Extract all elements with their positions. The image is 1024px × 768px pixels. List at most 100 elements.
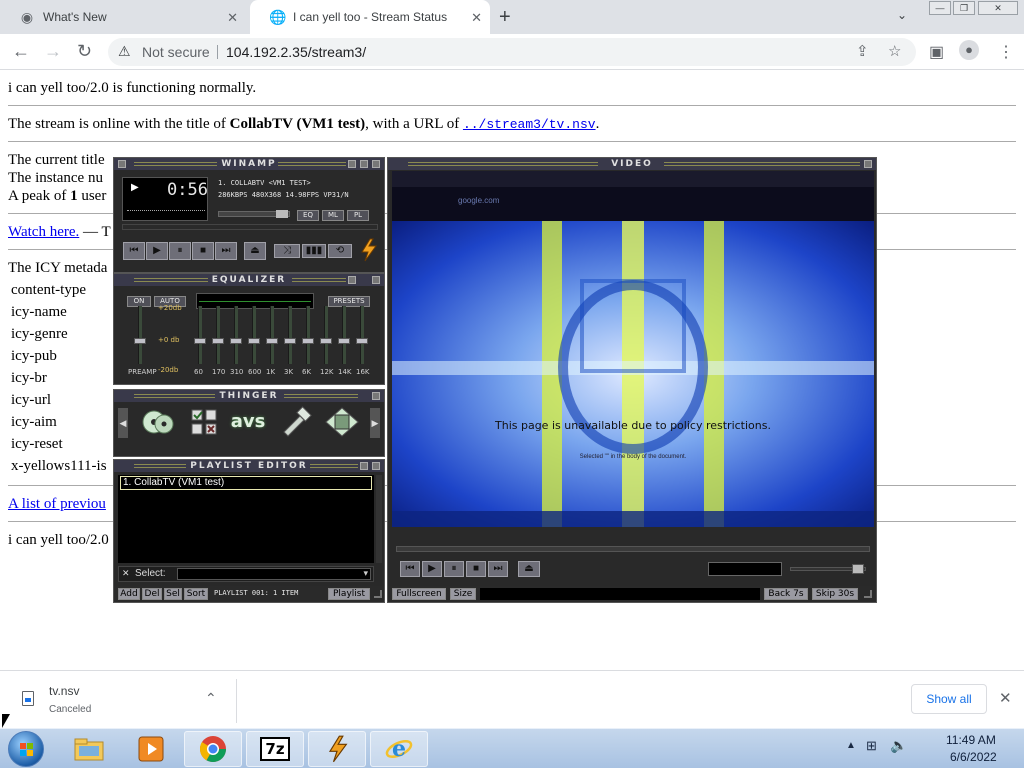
show-all-button[interactable]: Show all (911, 684, 987, 714)
7zip-icon[interactable]: 7z (246, 731, 304, 767)
playlist-menu-button[interactable]: Playlist (328, 588, 370, 600)
eq-band-knob[interactable] (302, 338, 314, 344)
play-button[interactable]: ▶ (146, 242, 168, 260)
eq-band-knob[interactable] (248, 338, 260, 344)
eq-toggle-button[interactable]: EQ (297, 210, 319, 221)
start-button[interactable] (8, 731, 44, 767)
star-icon[interactable]: ☆ (888, 42, 901, 60)
eq-band-slider[interactable] (306, 306, 310, 364)
close-icon[interactable] (372, 462, 380, 470)
show-hidden-icons[interactable]: ▲ (846, 740, 856, 751)
resize-grip-icon[interactable] (374, 590, 382, 598)
eq-band-slider[interactable] (234, 306, 238, 364)
stream-url-link[interactable]: ../stream3/tv.nsv (463, 117, 596, 132)
video-play-button[interactable]: ▶ (422, 561, 442, 577)
video-volume-knob[interactable] (852, 564, 864, 574)
sort-button[interactable]: Sort (184, 588, 208, 600)
winamp-taskbar-icon[interactable] (308, 731, 366, 767)
clock-time[interactable]: 11:49 AM (946, 733, 996, 747)
equalizer-window[interactable]: EQUALIZER ON AUTO PRESETS +20db +0 db -2… (113, 273, 385, 385)
tools-icon[interactable] (278, 406, 314, 438)
playlist-area[interactable]: 1. CollabTV (VM1 test) (118, 475, 374, 563)
explorer-icon[interactable] (60, 731, 118, 767)
eq-band-slider[interactable] (198, 306, 202, 364)
watch-link[interactable]: Watch here. (8, 224, 79, 240)
playlist-scrollbar[interactable] (376, 475, 382, 563)
close-icon[interactable]: ✕ (999, 689, 1012, 707)
select-dropdown[interactable]: ▾ (177, 568, 371, 580)
volume-knob[interactable] (276, 210, 288, 218)
video-next-button[interactable]: ⏭ (488, 561, 508, 577)
profile-icon[interactable]: ● (959, 40, 979, 60)
loop-button[interactable]: ⟲ (328, 244, 352, 258)
video-window[interactable]: VIDEO google.com This page is unavailabl… (387, 157, 877, 603)
url-text[interactable]: 104.192.2.35/stream3/ (226, 44, 366, 60)
scroll-left-icon[interactable]: ◀ (118, 408, 128, 438)
history-link[interactable]: A list of previou (8, 496, 106, 512)
chevron-down-icon[interactable]: ▾ (363, 568, 368, 579)
preamp-knob[interactable] (134, 338, 146, 344)
new-tab-button[interactable]: + (499, 6, 511, 29)
shade-icon[interactable] (348, 276, 356, 284)
warning-icon[interactable]: ⚠ (118, 43, 131, 60)
eq-band-slider[interactable] (288, 306, 292, 364)
next-button[interactable]: ⏭ (215, 242, 237, 260)
winamp-main-window[interactable]: WINAMP ▶ 0:56 1. COLLABTV <VM1 TEST> 286… (113, 157, 385, 273)
close-window-button[interactable]: ✕ (978, 1, 1018, 15)
eq-band-knob[interactable] (194, 338, 206, 344)
eq-band-slider[interactable] (270, 306, 274, 364)
stop-button[interactable]: ■ (192, 242, 214, 260)
elapsed-time[interactable]: 0:56 (167, 180, 208, 200)
thinger-window[interactable]: THINGER ◀ ▶ avs (113, 389, 385, 457)
close-icon[interactable]: ✕ (471, 10, 482, 26)
video-eject-button[interactable]: ⏏ (518, 561, 540, 577)
address-bar[interactable]: ⚠ Not secure 104.192.2.35/stream3/ ⇪ ☆ (108, 38, 916, 66)
media-player-icon[interactable] (122, 731, 180, 767)
internet-explorer-icon[interactable]: e (370, 731, 428, 767)
winamp-titlebar[interactable]: WINAMP (114, 158, 384, 170)
eq-band-knob[interactable] (284, 338, 296, 344)
video-pause-button[interactable]: ⏸ (444, 561, 464, 577)
avs-icon[interactable]: avs (230, 406, 266, 438)
pause-button[interactable]: ⏸ (169, 242, 191, 260)
video-previous-button[interactable]: ⏮ (400, 561, 420, 577)
close-icon[interactable]: ✕ (227, 10, 238, 26)
video-stop-button[interactable]: ■ (466, 561, 486, 577)
back-button[interactable]: Back 7s (764, 588, 808, 600)
eq-band-knob[interactable] (230, 338, 242, 344)
skip-button[interactable]: Skip 30s (812, 588, 858, 600)
close-icon[interactable] (372, 160, 380, 168)
ml-toggle-button[interactable]: ML (322, 210, 344, 221)
menu-icon[interactable]: ⋮ (998, 42, 1014, 62)
fullscreen-button[interactable]: Fullscreen (392, 588, 446, 600)
share-icon[interactable]: ⇪ (856, 42, 869, 60)
security-label[interactable]: Not secure (142, 44, 210, 60)
playlist-item[interactable]: 1. CollabTV (VM1 test) (120, 476, 372, 490)
reload-icon[interactable]: ↻ (77, 41, 92, 62)
previous-button[interactable]: ⏮ (123, 242, 145, 260)
shade-icon[interactable] (360, 160, 368, 168)
tab-stream-status[interactable]: 🌐 I can yell too - Stream Status ✕ (250, 0, 490, 34)
repeat-button[interactable]: ▮▮▮ (302, 244, 326, 258)
side-panel-icon[interactable]: ▣ (929, 42, 944, 62)
add-button[interactable]: Add (118, 588, 140, 600)
spectrum-visualizer[interactable] (127, 210, 205, 211)
seek-bar[interactable] (122, 224, 378, 230)
equalizer-titlebar[interactable]: EQUALIZER (114, 274, 384, 286)
eq-band-knob[interactable] (212, 338, 224, 344)
scroll-right-icon[interactable]: ▶ (370, 408, 380, 438)
chevron-up-icon[interactable]: ⌃ (205, 690, 217, 707)
pl-toggle-button[interactable]: PL (347, 210, 369, 221)
minimize-button[interactable]: — (929, 1, 951, 15)
playlist-window[interactable]: PLAYLIST EDITOR 1. CollabTV (VM1 test) ✕… (113, 459, 385, 603)
forward-arrow-icon[interactable]: → (44, 41, 62, 62)
eject-button[interactable]: ⏏ (244, 242, 266, 260)
close-icon[interactable] (372, 392, 380, 400)
clear-icon[interactable]: ✕ (122, 568, 130, 579)
delete-button[interactable]: Del (142, 588, 162, 600)
chrome-taskbar-icon[interactable] (184, 731, 242, 767)
volume-icon[interactable]: 🔈 (890, 737, 907, 754)
eq-band-knob[interactable] (320, 338, 332, 344)
close-icon[interactable] (372, 276, 380, 284)
network-icon[interactable]: ⊞ (866, 738, 877, 754)
